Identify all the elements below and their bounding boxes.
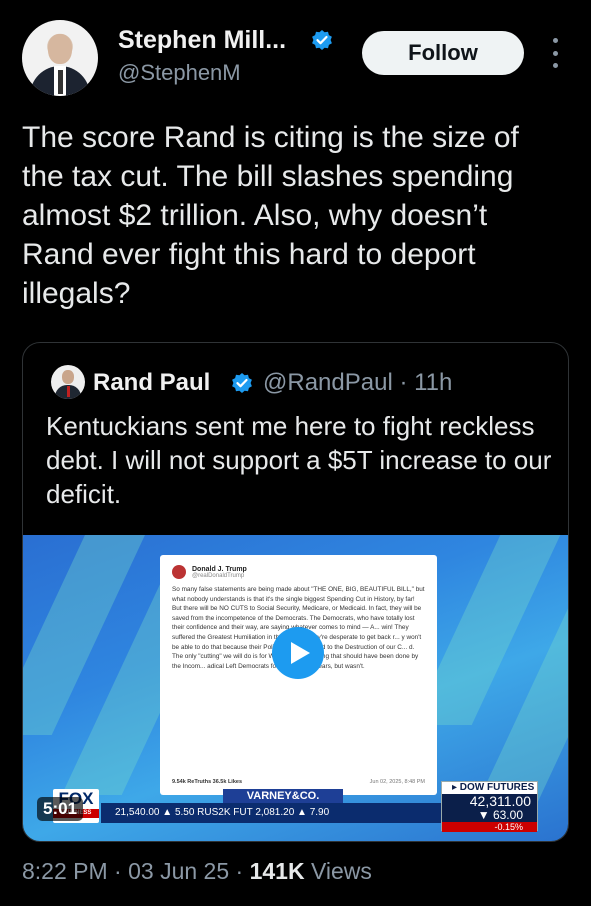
avatar-tie	[58, 70, 63, 94]
avatar[interactable]	[22, 20, 98, 96]
verified-badge-icon	[312, 30, 332, 50]
news-ticker: FOX BUSINESS VARNEY&CO. 21,540.00 ▲ 5.50…	[23, 781, 568, 832]
tweet-meta: 8:22 PM · 03 Jun 25 · 141K Views	[22, 858, 372, 885]
separator: ·	[114, 858, 129, 884]
play-button[interactable]	[272, 627, 324, 679]
dow-futures-box: ▸ DOW FUTURES 42,311.00 ▼ 63.00 -0.15%	[441, 781, 538, 832]
more-options-icon[interactable]	[545, 38, 565, 68]
post-author: Donald J. Trump	[192, 565, 247, 573]
quoted-handle-time: @RandPaul · 11h	[263, 369, 453, 396]
tweet-time[interactable]: 8:22 PM	[22, 858, 108, 884]
views-label: Views	[310, 858, 372, 884]
verified-badge-icon	[232, 373, 252, 393]
quoted-tweet[interactable]: Rand Paul @RandPaul · 11h Kentuckians se…	[22, 342, 569, 842]
tweet-text: The score Rand is citing is the size of …	[22, 121, 519, 310]
quoted-text: Kentuckians sent me here to fight reckle…	[46, 411, 552, 509]
post-handle: @realDonaldTrump	[192, 572, 245, 579]
avatar-face	[48, 34, 72, 64]
views-count: 141K	[249, 858, 305, 884]
separator: ·	[235, 858, 250, 884]
author-handle[interactable]: @StephenM	[118, 60, 241, 86]
quoted-author-name[interactable]: Rand Paul	[93, 369, 210, 397]
tweet-header: Stephen Mill... @StephenM Follow	[0, 0, 591, 110]
follow-button[interactable]: Follow	[362, 31, 524, 75]
play-icon	[291, 642, 310, 664]
quoted-avatar[interactable]	[51, 365, 85, 399]
ticker-bar: 21,540.00 ▲ 5.50 RUS2K FUT 2,081.20 ▲ 7.…	[101, 803, 441, 823]
video-duration: 5:01	[37, 797, 84, 821]
post-avatar	[172, 565, 186, 579]
author-name[interactable]: Stephen Mill...	[118, 26, 286, 55]
show-title: VARNEY&CO.	[223, 789, 343, 804]
tweet-date[interactable]: 03 Jun 25	[128, 858, 229, 884]
video-player[interactable]: Donald J. Trump @realDonaldTrump So many…	[23, 535, 568, 841]
